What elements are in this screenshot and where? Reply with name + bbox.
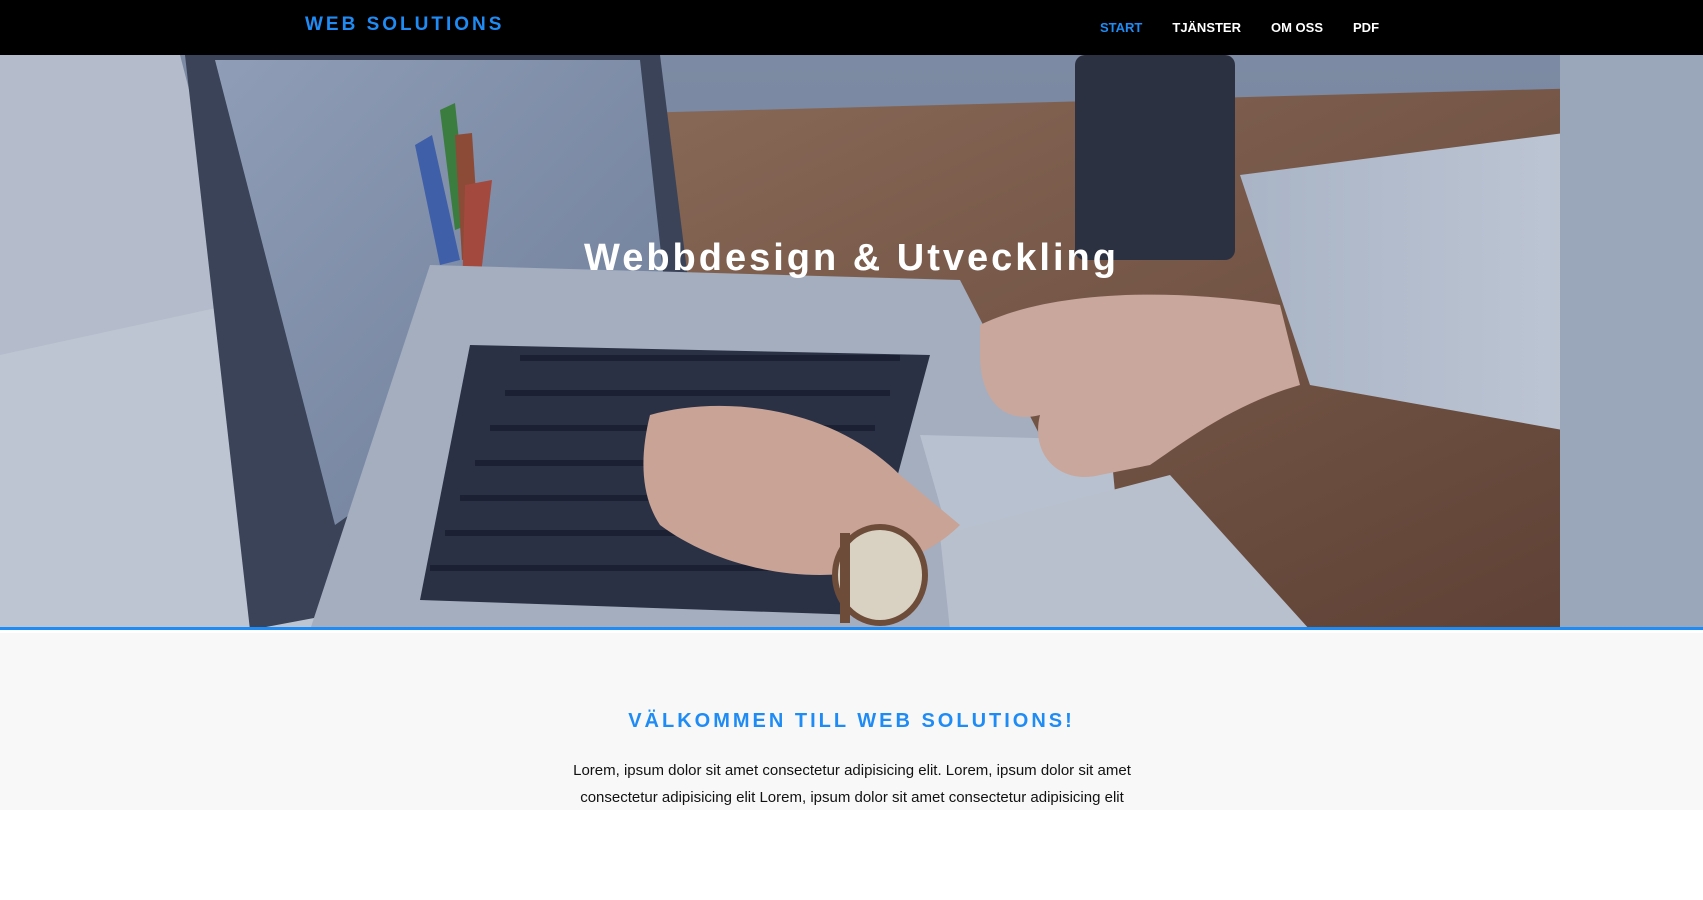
nav-link-pdf[interactable]: PDF	[1353, 20, 1379, 35]
nav-link-tjanster[interactable]: TJÄNSTER	[1172, 20, 1241, 35]
hero-banner: Webbdesign & Utveckling	[0, 55, 1703, 630]
main-nav: START TJÄNSTER OM OSS PDF	[1100, 20, 1409, 35]
top-navbar: WEB SOLUTIONS START TJÄNSTER OM OSS PDF	[0, 0, 1703, 55]
welcome-section: VÄLKOMMEN TILL WEB SOLUTIONS! Lorem, ips…	[0, 633, 1703, 810]
welcome-heading: VÄLKOMMEN TILL WEB SOLUTIONS!	[628, 710, 1075, 732]
hero-background-image	[0, 55, 1703, 627]
hero-title: Webbdesign & Utveckling	[584, 237, 1119, 279]
nav-link-start[interactable]: START	[1100, 20, 1142, 35]
brand-logo-link[interactable]: WEB SOLUTIONS	[305, 14, 504, 36]
welcome-paragraph: Lorem, ipsum dolor sit amet consectetur …	[573, 762, 1131, 806]
nav-link-om-oss[interactable]: OM OSS	[1271, 20, 1323, 35]
